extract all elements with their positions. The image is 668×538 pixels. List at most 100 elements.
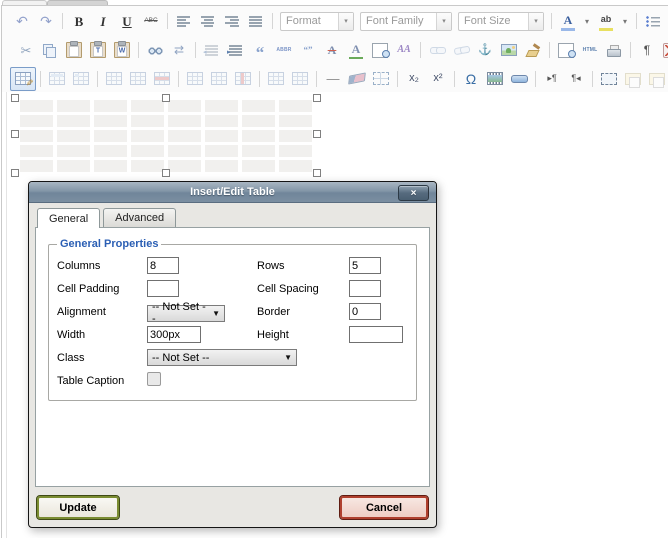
table-cell[interactable] [168, 160, 201, 172]
table-cell[interactable] [279, 160, 312, 172]
table-cell[interactable] [242, 115, 275, 127]
table-cell[interactable] [242, 130, 275, 142]
insert-media-button[interactable] [483, 68, 507, 90]
table-cell[interactable] [131, 130, 164, 142]
redo-button[interactable]: ↷ [34, 10, 58, 32]
strikethrough-button[interactable]: ABC [139, 10, 163, 32]
print-button[interactable] [602, 39, 626, 61]
cleanup-code-button[interactable] [521, 39, 545, 61]
nonbreaking-button[interactable] [659, 39, 668, 61]
insert-col-before-button[interactable] [183, 68, 207, 90]
table-cell[interactable] [20, 100, 53, 112]
cell-padding-input[interactable] [147, 280, 179, 297]
indent-button[interactable] [224, 39, 248, 61]
table-cell[interactable] [57, 115, 90, 127]
find-replace-button[interactable]: ⇄ [167, 39, 191, 61]
visual-aid-button[interactable] [369, 68, 393, 90]
italic-button[interactable]: I [91, 10, 115, 32]
undo-button[interactable]: ↶ [10, 10, 34, 32]
highlight-color-button[interactable]: ab [594, 10, 618, 32]
table-cell[interactable] [205, 115, 238, 127]
edit-attributes-button[interactable] [368, 39, 392, 61]
split-cells-button[interactable] [264, 68, 288, 90]
rtl-button[interactable]: ¶◂ [564, 68, 588, 90]
table-caption-checkbox[interactable] [147, 372, 161, 386]
table-cell[interactable] [94, 160, 127, 172]
table-cell[interactable] [242, 145, 275, 157]
find-button[interactable] [143, 39, 167, 61]
merge-cells-button[interactable] [288, 68, 312, 90]
alignment-select[interactable]: -- Not Set -- ▼ [147, 305, 225, 322]
table-cell[interactable] [205, 145, 238, 157]
table-cell[interactable] [168, 130, 201, 142]
underline-button[interactable]: U [115, 10, 139, 32]
anchor-button[interactable]: ⚓ [473, 39, 497, 61]
remove-format-button[interactable] [345, 68, 369, 90]
table-cell[interactable] [57, 145, 90, 157]
special-char-button[interactable]: Ω [459, 68, 483, 90]
bold-button[interactable]: B [67, 10, 91, 32]
table-cell[interactable] [94, 145, 127, 157]
tab-advanced[interactable]: Advanced [103, 208, 176, 227]
columns-input[interactable] [147, 257, 179, 274]
table-cell[interactable] [131, 160, 164, 172]
table-row-props-button[interactable] [45, 68, 69, 90]
table-cell[interactable] [131, 115, 164, 127]
outdent-button[interactable] [200, 39, 224, 61]
table-cell[interactable] [279, 100, 312, 112]
table-cell[interactable] [57, 130, 90, 142]
align-center-button[interactable] [196, 10, 220, 32]
table-cell[interactable] [242, 160, 275, 172]
paste-as-text-button[interactable]: T [86, 39, 110, 61]
visual-chars-button[interactable]: ¶ [635, 39, 659, 61]
close-button[interactable]: × [398, 185, 429, 201]
table-cell[interactable] [20, 130, 53, 142]
insert-row-before-button[interactable] [102, 68, 126, 90]
citation-button[interactable]: “” [296, 39, 320, 61]
table-cell[interactable] [20, 160, 53, 172]
table-cell[interactable] [20, 145, 53, 157]
table-cell[interactable] [279, 145, 312, 157]
table-cell[interactable] [242, 100, 275, 112]
table-cell[interactable] [94, 130, 127, 142]
text-color-caret-button[interactable]: ▾ [580, 10, 594, 32]
table-cell[interactable] [57, 100, 90, 112]
delete-col-button[interactable] [231, 68, 255, 90]
table-resize-handle[interactable] [313, 130, 321, 138]
cancel-button[interactable]: Cancel [340, 496, 428, 519]
subscript-button[interactable]: x₂ [402, 68, 426, 90]
table-cell-props-button[interactable] [69, 68, 93, 90]
table-cell[interactable] [205, 100, 238, 112]
style-props-button[interactable]: AA [392, 39, 416, 61]
move-forward-button[interactable] [645, 68, 668, 90]
html-source-button[interactable]: HTML [578, 39, 602, 61]
align-justify-button[interactable] [244, 10, 268, 32]
table-resize-handle[interactable] [313, 169, 321, 177]
paste-from-word-button[interactable]: W [110, 39, 134, 61]
dialog-titlebar[interactable]: Insert/Edit Table × [29, 182, 436, 203]
insert-image-button[interactable] [497, 39, 521, 61]
border-input[interactable] [349, 303, 381, 320]
table-cell[interactable] [205, 160, 238, 172]
table-cell[interactable] [279, 115, 312, 127]
table-cell[interactable] [20, 115, 53, 127]
table-resize-handle[interactable] [11, 130, 19, 138]
preview-button[interactable] [554, 39, 578, 61]
align-left-button[interactable] [172, 10, 196, 32]
table-resize-handle[interactable] [162, 94, 170, 102]
font-size-select[interactable]: Font Size▾ [458, 12, 544, 31]
table-cell[interactable] [168, 100, 201, 112]
align-right-button[interactable] [220, 10, 244, 32]
bullet-list-button[interactable] [641, 10, 665, 32]
font-family-select[interactable]: Font Family▾ [360, 12, 452, 31]
insert-table-button[interactable] [10, 67, 36, 91]
superscript-button[interactable]: x² [426, 68, 450, 90]
insert-link-button[interactable] [425, 39, 449, 61]
update-button[interactable]: Update [37, 496, 119, 519]
table-cell[interactable] [205, 130, 238, 142]
paste-button[interactable] [62, 39, 86, 61]
deleted-text-button[interactable]: A [320, 39, 344, 61]
table-cell[interactable] [279, 130, 312, 142]
inserted-text-button[interactable]: A [344, 39, 368, 61]
copy-button[interactable] [38, 39, 62, 61]
